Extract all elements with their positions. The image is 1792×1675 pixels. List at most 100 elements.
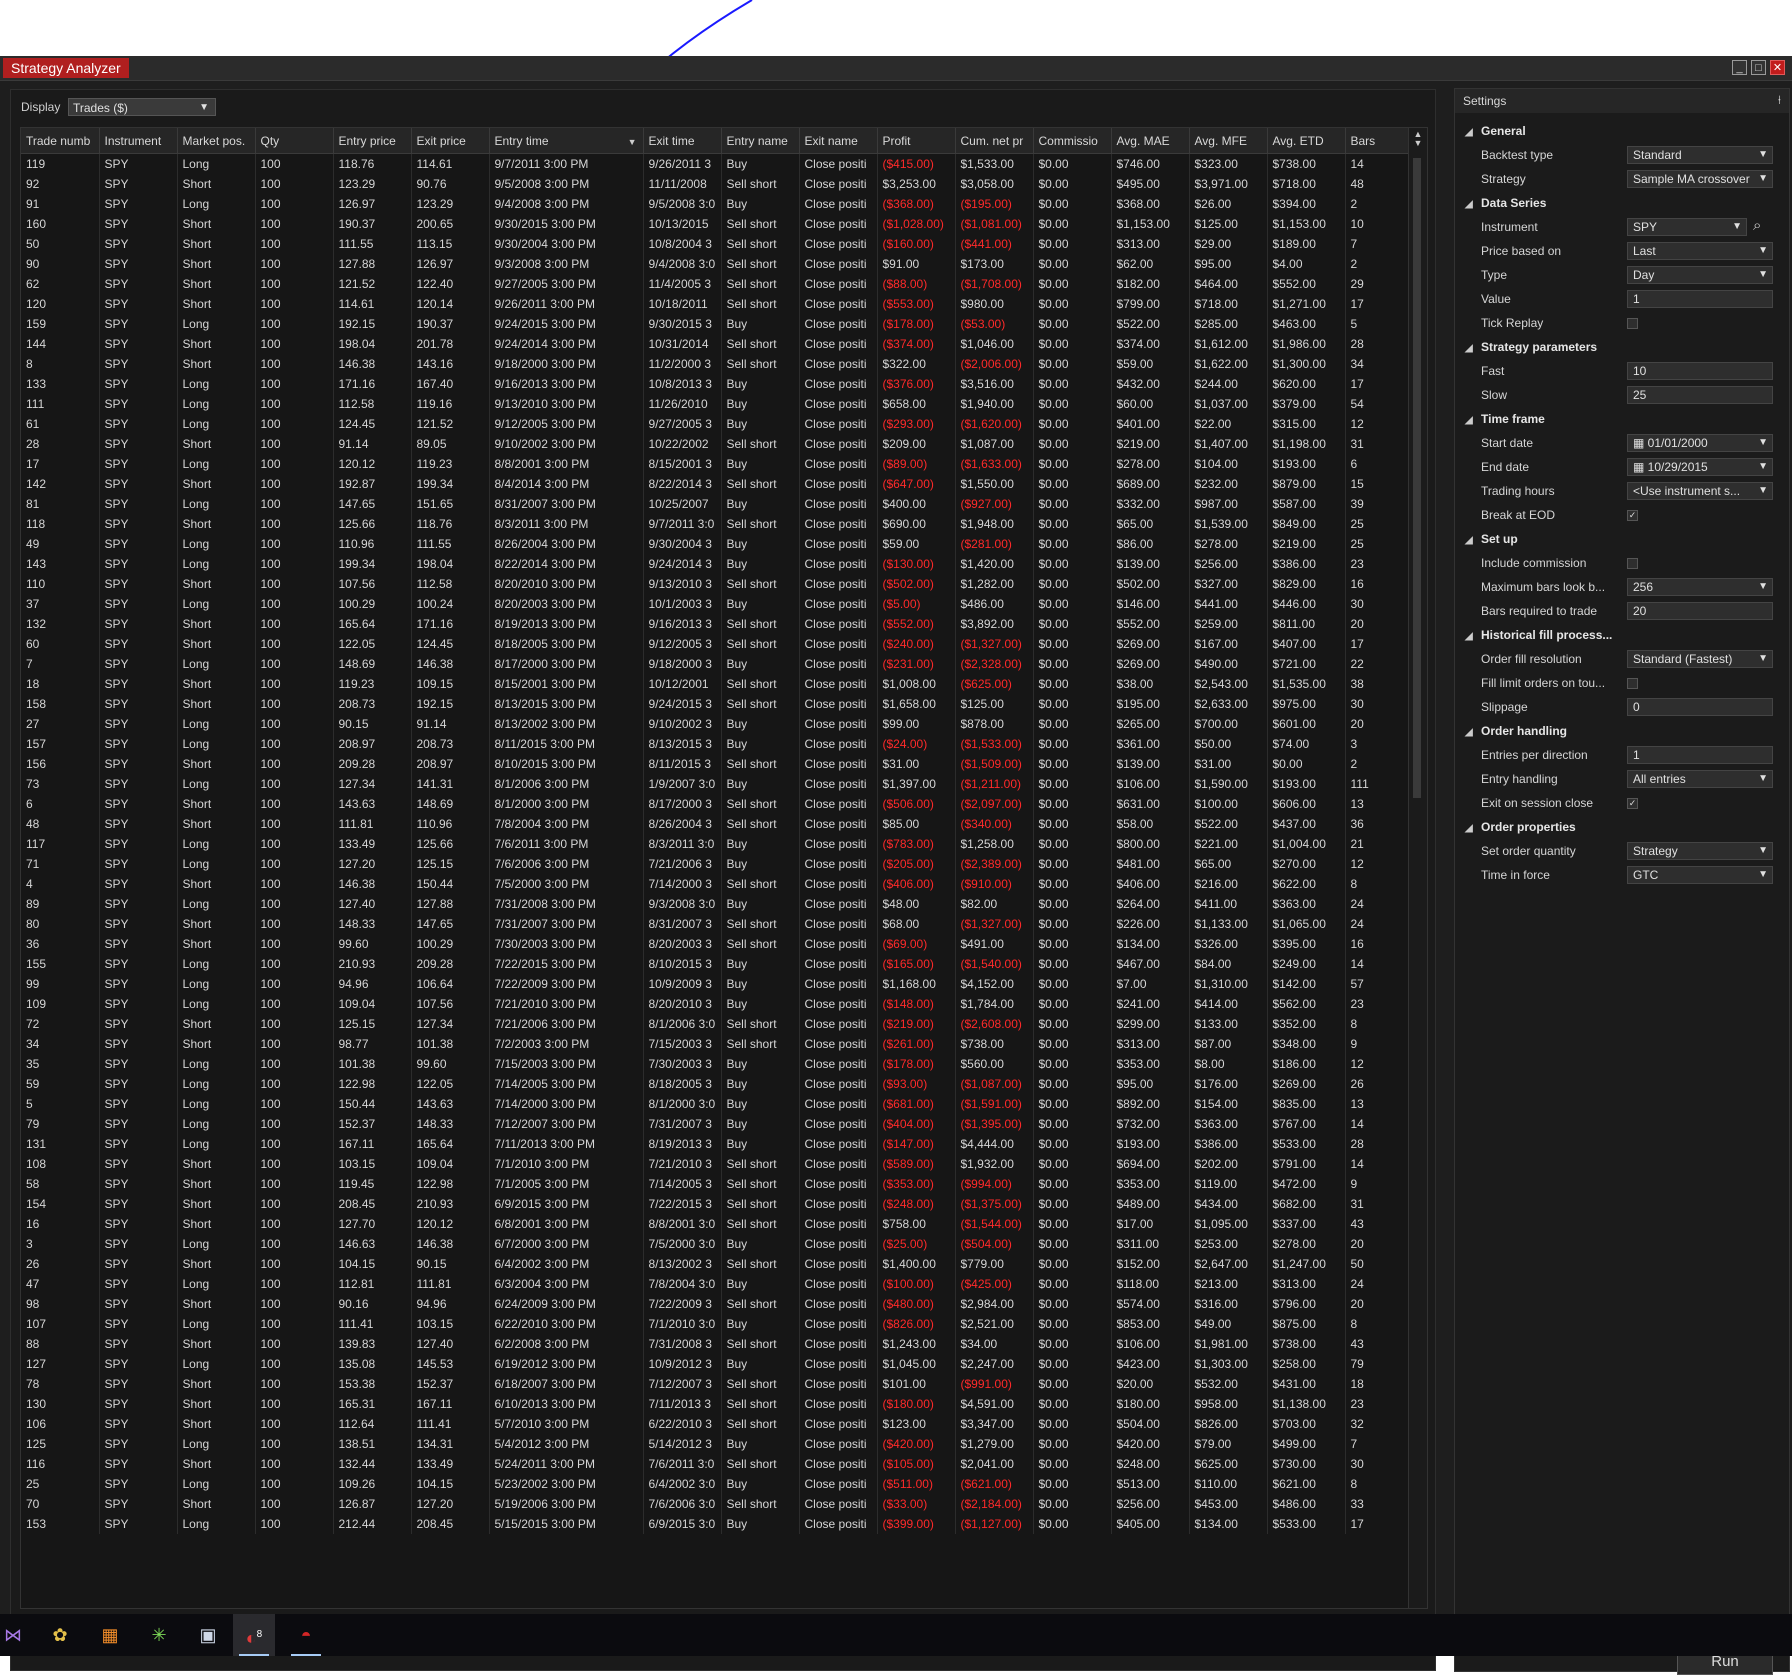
settings-text-field[interactable]: 25 xyxy=(1627,386,1773,404)
settings-category[interactable]: ◢ Order properties xyxy=(1465,820,1576,834)
column-header[interactable]: Qty xyxy=(255,128,334,154)
window-title-tab[interactable]: Strategy Analyzer xyxy=(3,58,129,78)
settings-category[interactable]: ◢ Data Series xyxy=(1465,196,1546,210)
display-select[interactable]: Trades ($) ▼ xyxy=(68,98,216,116)
table-row[interactable]: 91 SPY Long 100 126.97 123.29 9/4/2008 3:00 PM… xyxy=(21,194,1427,214)
maximize-button[interactable]: □ xyxy=(1751,60,1766,75)
table-row[interactable]: 71 SPY Long 100 127.20 125.15 7/6/2006 3:00 PM… xyxy=(21,854,1427,874)
table-row[interactable]: 72 SPY Short 100 125.15 127.34 7/21/2006 3:00 … xyxy=(21,1014,1427,1034)
settings-dropdown[interactable]: SPY ▼ xyxy=(1627,218,1747,236)
table-row[interactable]: 119 SPY Long 100 118.76 114.61 9/7/2011 3:00 P… xyxy=(21,153,1427,174)
table-row[interactable]: 49 SPY Long 100 110.96 111.55 8/26/2004 3:00 P… xyxy=(21,534,1427,554)
scroll-arrows-icon[interactable]: ▲ ▼ xyxy=(1409,130,1427,148)
table-row[interactable]: 80 SPY Short 100 148.33 147.65 7/31/2007 3:00 … xyxy=(21,914,1427,934)
table-row[interactable]: 144 SPY Short 100 198.04 201.78 9/24/2014 3:00… xyxy=(21,334,1427,354)
table-row[interactable]: 6 SPY Short 100 143.63 148.69 8/1/2000 3:00 PM… xyxy=(21,794,1427,814)
table-row[interactable]: 142 SPY Short 100 192.87 199.34 8/4/2014 3:00 … xyxy=(21,474,1427,494)
column-header[interactable]: Market pos. xyxy=(177,128,256,154)
settings-dropdown[interactable]: Last ▼ xyxy=(1627,242,1773,260)
table-row[interactable]: 36 SPY Short 100 99.60 100.29 7/30/2003 3:00 P… xyxy=(21,934,1427,954)
column-header[interactable]: Profit xyxy=(877,128,956,154)
table-row[interactable]: 26 SPY Short 100 104.15 90.15 6/4/2002 3:00 PM… xyxy=(21,1254,1427,1274)
column-header[interactable]: Trade numb xyxy=(21,128,100,154)
table-row[interactable]: 118 SPY Short 100 125.66 118.76 8/3/2011 3:00 … xyxy=(21,514,1427,534)
table-row[interactable]: 48 SPY Short 100 111.81 110.96 7/8/2004 3:00 P… xyxy=(21,814,1427,834)
python-icon[interactable]: ✿ xyxy=(45,1620,75,1650)
collapse-triangle-icon[interactable]: ◢ xyxy=(1465,199,1481,210)
table-row[interactable]: 92 SPY Short 100 123.29 90.76 9/5/2008 3:00 PM… xyxy=(21,174,1427,194)
column-header[interactable]: Cum. net pr xyxy=(955,128,1034,154)
minimize-button[interactable]: _ xyxy=(1732,60,1747,75)
column-header[interactable]: Avg. MFE xyxy=(1189,128,1268,154)
table-row[interactable]: 107 SPY Long 100 111.41 103.15 6/22/2010 3:00 … xyxy=(21,1314,1427,1334)
table-row[interactable]: 157 SPY Long 100 208.97 208.73 8/11/2015 3:00 … xyxy=(21,734,1427,754)
column-header[interactable]: Entry time ▼ xyxy=(489,128,644,154)
table-row[interactable]: 109 SPY Long 100 109.04 107.56 7/21/2010 3:00 … xyxy=(21,994,1427,1014)
table-row[interactable]: 73 SPY Long 100 127.34 141.31 8/1/2006 3:00 PM… xyxy=(21,774,1427,794)
table-row[interactable]: 78 SPY Short 100 153.38 152.37 6/18/2007 3:00 … xyxy=(21,1374,1427,1394)
settings-dropdown[interactable]: Strategy ▼ xyxy=(1627,842,1773,860)
table-row[interactable]: 111 SPY Long 100 112.58 119.16 9/13/2010 3:00 … xyxy=(21,394,1427,414)
app-icon[interactable]: ✳ xyxy=(144,1620,174,1650)
column-header[interactable]: Exit name xyxy=(799,128,878,154)
settings-checkbox[interactable]: ✓ xyxy=(1627,798,1638,809)
table-row[interactable]: 132 SPY Short 100 165.64 171.16 8/19/2013 3:00… xyxy=(21,614,1427,634)
settings-category[interactable]: ◢ Order handling xyxy=(1465,724,1567,738)
table-row[interactable]: 143 SPY Long 100 199.34 198.04 8/22/2014 3:00 … xyxy=(21,554,1427,574)
settings-text-field[interactable]: 0 xyxy=(1627,698,1773,716)
column-header[interactable]: Instrument xyxy=(99,128,178,154)
scrollbar-thumb[interactable] xyxy=(1413,158,1421,798)
trades-grid[interactable]: Trade numb Instrument Market pos. Qty Entry … xyxy=(20,127,1428,1609)
table-row[interactable]: 120 SPY Short 100 114.61 120.14 9/26/2011 3:00… xyxy=(21,294,1427,314)
collapse-triangle-icon[interactable]: ◢ xyxy=(1465,823,1481,834)
settings-dropdown[interactable]: 256 ▼ xyxy=(1627,578,1773,596)
table-row[interactable]: 106 SPY Short 100 112.64 111.41 5/7/2010 3:00 … xyxy=(21,1414,1427,1434)
search-icon[interactable]: ⌕ xyxy=(1753,217,1761,234)
collapse-triangle-icon[interactable]: ◢ xyxy=(1465,631,1481,642)
table-row[interactable]: 47 SPY Long 100 112.81 111.81 6/3/2004 3:00 PM… xyxy=(21,1274,1427,1294)
settings-category[interactable]: ◢ Time frame xyxy=(1465,412,1545,426)
table-row[interactable]: 5 SPY Long 100 150.44 143.63 7/14/2000 3:00 PM… xyxy=(21,1094,1427,1114)
vertical-scrollbar[interactable]: ▲ ▼ xyxy=(1408,128,1427,1608)
ninjatrader-icon[interactable]: ◓ xyxy=(291,1620,321,1650)
settings-category[interactable]: ◢ Strategy parameters xyxy=(1465,340,1597,354)
table-row[interactable]: 160 SPY Short 100 190.37 200.65 9/30/2015 3:00… xyxy=(21,214,1427,234)
table-row[interactable]: 60 SPY Short 100 122.05 124.45 8/18/2005 3:00 … xyxy=(21,634,1427,654)
settings-dropdown[interactable]: <Use instrument s... ▼ xyxy=(1627,482,1773,500)
table-row[interactable]: 50 SPY Short 100 111.55 113.15 9/30/2004 3:00 … xyxy=(21,234,1427,254)
table-row[interactable]: 59 SPY Long 100 122.98 122.05 7/14/2005 3:00 P… xyxy=(21,1074,1427,1094)
settings-category[interactable]: ◢ General xyxy=(1465,124,1526,138)
table-row[interactable]: 99 SPY Long 100 94.96 106.64 7/22/2009 3:00 PM… xyxy=(21,974,1427,994)
table-row[interactable]: 131 SPY Long 100 167.11 165.64 7/11/2013 3:00 … xyxy=(21,1134,1427,1154)
settings-dropdown[interactable]: ▦ 10/29/2015 ▼ xyxy=(1627,458,1773,476)
table-row[interactable]: 58 SPY Short 100 119.45 122.98 7/1/2005 3:00 P… xyxy=(21,1174,1427,1194)
table-row[interactable]: 81 SPY Long 100 147.65 151.65 8/31/2007 3:00 P… xyxy=(21,494,1427,514)
table-row[interactable]: 156 SPY Short 100 209.28 208.97 8/10/2015 3:00… xyxy=(21,754,1427,774)
table-row[interactable]: 89 SPY Long 100 127.40 127.88 7/31/2008 3:00 P… xyxy=(21,894,1427,914)
settings-text-field[interactable]: 10 xyxy=(1627,362,1773,380)
table-row[interactable]: 79 SPY Long 100 152.37 148.33 7/12/2007 3:00 P… xyxy=(21,1114,1427,1134)
collapse-triangle-icon[interactable]: ◢ xyxy=(1465,535,1481,546)
table-row[interactable]: 4 SPY Short 100 146.38 150.44 7/5/2000 3:00 PM… xyxy=(21,874,1427,894)
table-row[interactable]: 90 SPY Short 100 127.88 126.97 9/3/2008 3:00 P… xyxy=(21,254,1427,274)
table-row[interactable]: 153 SPY Long 100 212.44 208.45 5/15/2015 3:00 … xyxy=(21,1514,1427,1534)
column-header[interactable]: Avg. MAE xyxy=(1111,128,1190,154)
column-header[interactable]: Entry name xyxy=(721,128,800,154)
table-row[interactable]: 16 SPY Short 100 127.70 120.12 6/8/2001 3:00 P… xyxy=(21,1214,1427,1234)
table-row[interactable]: 37 SPY Long 100 100.29 100.24 8/20/2003 3:00 P… xyxy=(21,594,1427,614)
table-row[interactable]: 110 SPY Short 100 107.56 112.58 8/20/2010 3:00… xyxy=(21,574,1427,594)
settings-checkbox[interactable]: ✓ xyxy=(1627,510,1638,521)
column-header[interactable]: Entry price xyxy=(333,128,412,154)
table-row[interactable]: 127 SPY Long 100 135.08 145.53 6/19/2012 3:00 … xyxy=(21,1354,1427,1374)
table-row[interactable]: 7 SPY Long 100 148.69 146.38 8/17/2000 3:00 PM… xyxy=(21,654,1427,674)
office-icon[interactable]: ▦ xyxy=(95,1620,125,1650)
table-row[interactable]: 3 SPY Long 100 146.63 146.38 6/7/2000 3:00 PM 7… xyxy=(21,1234,1427,1254)
column-header[interactable]: Avg. ETD xyxy=(1267,128,1346,154)
collapse-triangle-icon[interactable]: ◢ xyxy=(1465,343,1481,354)
table-row[interactable]: 61 SPY Long 100 124.45 121.52 9/12/2005 3:00 P… xyxy=(21,414,1427,434)
collapse-triangle-icon[interactable]: ◢ xyxy=(1465,727,1481,738)
settings-text-field[interactable]: 1 xyxy=(1627,290,1773,308)
table-row[interactable]: 158 SPY Short 100 208.73 192.15 8/13/2015 3:00… xyxy=(21,694,1427,714)
settings-text-field[interactable]: 20 xyxy=(1627,602,1773,620)
table-row[interactable]: 62 SPY Short 100 121.52 122.40 9/27/2005 3:00 … xyxy=(21,274,1427,294)
